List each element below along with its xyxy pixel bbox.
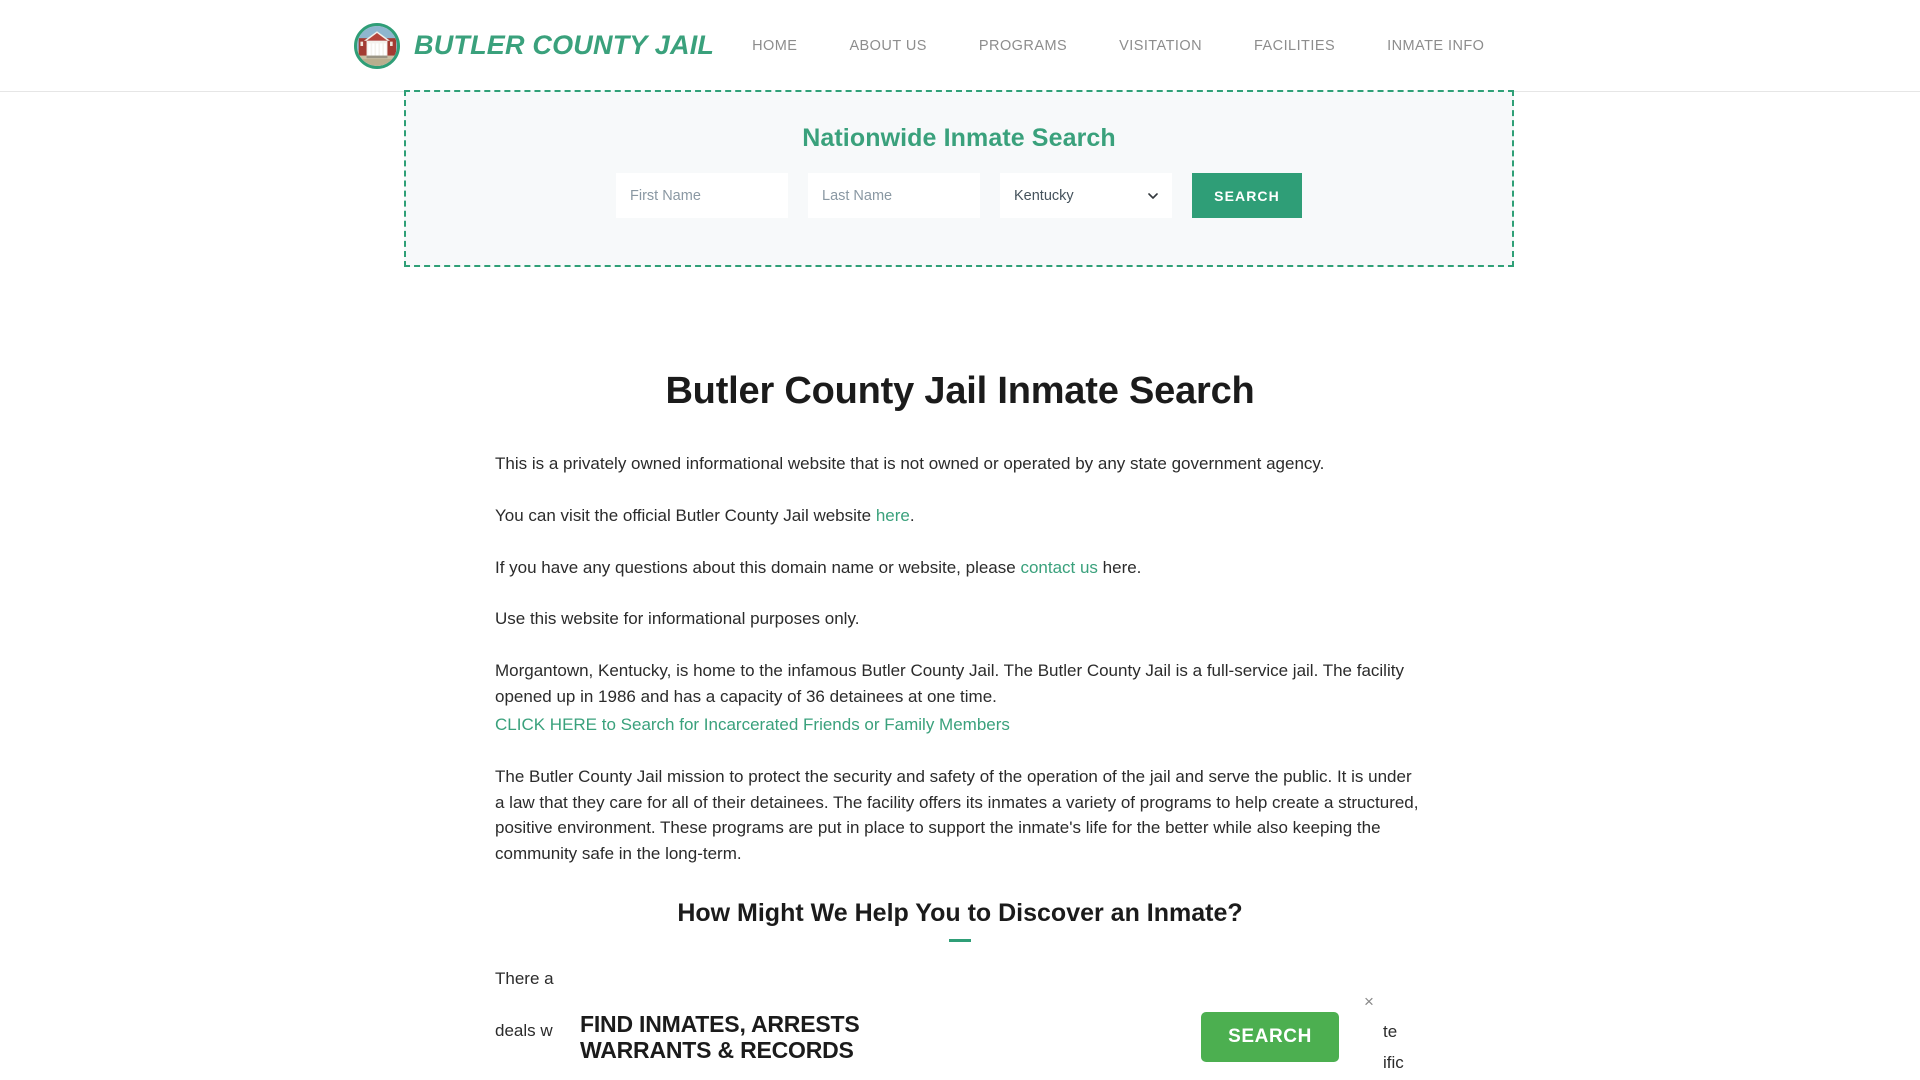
search-widget-title: Nationwide Inmate Search [802,124,1116,152]
search-button[interactable]: SEARCH [1192,173,1302,218]
contact-text-after: here. [1097,557,1142,577]
ad-close-icon[interactable]: × [1360,993,1378,1011]
first-name-input[interactable] [616,173,788,218]
ad-search-button[interactable]: SEARCH [1201,1012,1339,1062]
inmate-search-form: Kentucky SEARCH [406,173,1512,218]
ad-headline-line-2: WARRANTS & RECORDS [580,1036,854,1063]
nav-item-visitation[interactable]: VISITATION [1119,30,1202,62]
nav-item-facilities[interactable]: FACILITIES [1254,30,1335,62]
official-site-link[interactable]: here [876,506,910,525]
courthouse-logo-icon [354,22,400,69]
obscured-text-fragment-ific: ific [1383,1053,1404,1072]
paragraph-help-intro: There a [495,966,1425,992]
nav-item-inmate-info[interactable]: INMATE INFO [1387,30,1484,62]
contact-text-before: If you have any questions about this dom… [495,557,1021,577]
official-site-text-after: . [909,505,915,525]
site-header: BUTLER COUNTY JAIL HOME ABOUT US PROGRAM… [0,0,1920,92]
nav-item-about-us[interactable]: ABOUT US [849,30,926,62]
official-site-text-before: You can visit the official Butler County… [495,505,876,525]
nationwide-inmate-search-widget: Nationwide Inmate Search Kentucky SEARCH [404,90,1514,267]
paragraph-jail-overview: Morgantown, Kentucky, is home to the inf… [495,661,1404,707]
chevron-down-icon [1148,192,1158,199]
section-heading-text: How Might We Help You to Discover an Inm… [677,899,1243,928]
nav-item-home[interactable]: HOME [752,30,797,62]
section-heading-how-might-we-help: How Might We Help You to Discover an Inm… [495,899,1425,944]
paragraph-official-site: You can visit the official Butler County… [495,503,1425,529]
help-intro-fragment-1: There a [495,969,554,989]
state-select-value: Kentucky [1014,187,1074,204]
ad-headline-line-1: FIND INMATES, ARRESTS [580,1010,860,1037]
paragraph-contact: If you have any questions about this dom… [495,555,1425,581]
article-content: Butler County Jail Inmate Search This is… [495,370,1425,1070]
main-navigation: HOME ABOUT US PROGRAMS VISITATION FACILI… [752,30,1484,62]
paragraph-informational-use: Use this website for informational purpo… [495,609,860,629]
ad-overlay-banner[interactable]: FIND INMATES, ARRESTS WARRANTS & RECORDS… [568,995,1358,1080]
page-title: Butler County Jail Inmate Search [665,370,1255,412]
click-here-search-link[interactable]: CLICK HERE to Search for Incarcerated Fr… [495,712,1010,738]
obscured-text-fragment-te: te [1383,1022,1398,1041]
contact-us-link[interactable]: contact us [1020,558,1098,577]
ad-headline: FIND INMATES, ARRESTS WARRANTS & RECORDS [580,1010,860,1064]
paragraph-disclaimer: This is a privately owned informational … [495,454,1325,473]
state-select[interactable]: Kentucky [1000,173,1172,218]
last-name-input[interactable] [808,173,980,218]
brand-name: BUTLER COUNTY JAIL [414,30,715,60]
brand-logo-link[interactable]: BUTLER COUNTY JAIL [354,22,715,69]
help-intro-fragment-2: deals w [495,1020,553,1040]
nav-item-programs[interactable]: PROGRAMS [979,30,1067,62]
paragraph-mission: The Butler County Jail mission to protec… [495,766,1419,864]
heading-accent-underline [949,939,971,943]
